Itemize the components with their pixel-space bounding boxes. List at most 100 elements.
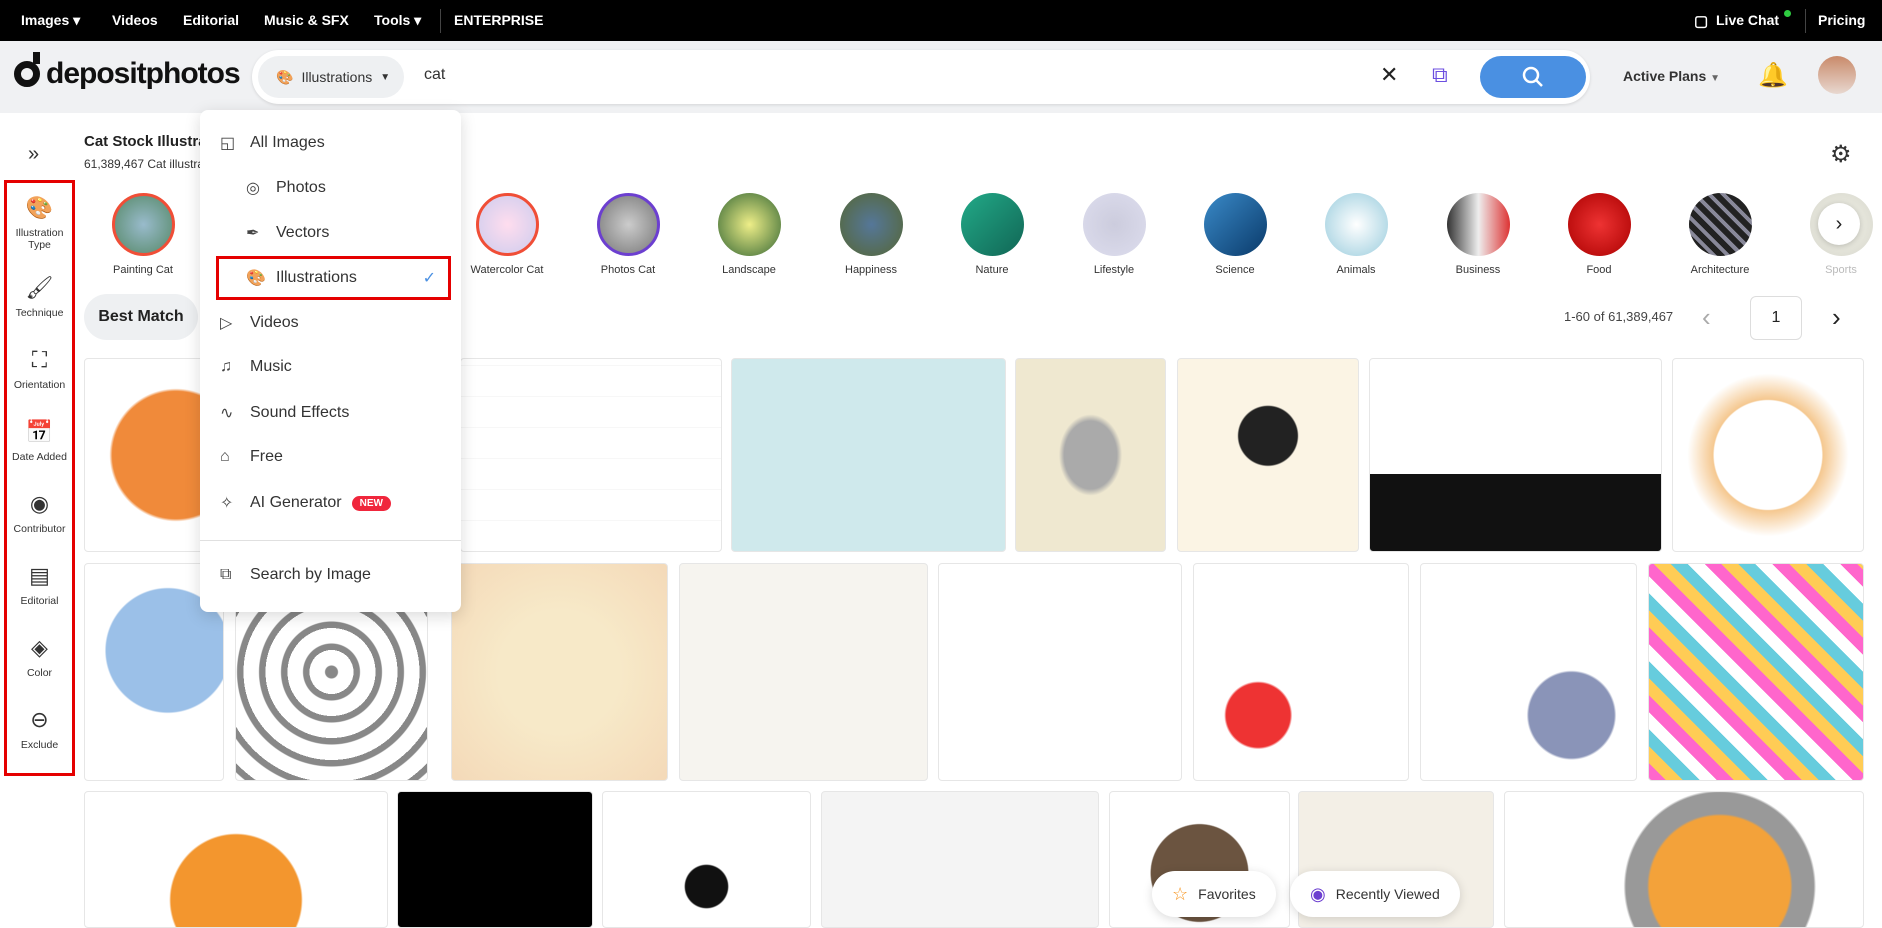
image-tile[interactable] xyxy=(1369,358,1662,552)
filter-label: Illustration Type xyxy=(15,227,64,251)
filter-technique[interactable]: 🖌 Technique xyxy=(7,275,72,319)
category-landscape[interactable]: Landscape xyxy=(699,193,799,276)
category-photos-cat[interactable]: Photos Cat xyxy=(578,193,678,276)
live-chat-link[interactable]: Live Chat xyxy=(1716,12,1779,28)
dropdown-all-images[interactable]: ◱ All Images xyxy=(220,133,325,153)
image-tile[interactable] xyxy=(821,791,1099,928)
dropdown-photos[interactable]: ◎ Photos xyxy=(246,178,326,198)
nav-videos[interactable]: Videos xyxy=(112,12,158,28)
calendar-icon: 📅 xyxy=(25,419,54,444)
online-dot xyxy=(1784,10,1791,17)
dropdown-vectors[interactable]: ✒ Vectors xyxy=(246,223,329,243)
image-tile[interactable] xyxy=(84,791,388,928)
image-tile[interactable] xyxy=(938,563,1182,781)
category-food[interactable]: Food xyxy=(1549,193,1649,276)
image-tile[interactable] xyxy=(1193,563,1409,781)
image-tile[interactable] xyxy=(679,563,928,781)
category-thumb xyxy=(1324,193,1388,256)
content-type-dropdown: ◱ All Images ◎ Photos ✒ Vectors 🎨 Illustrati… xyxy=(200,110,461,612)
category-thumb xyxy=(1567,193,1631,256)
filter-color[interactable]: ◈ Color xyxy=(7,635,72,679)
palette-icon: 🎨 xyxy=(25,195,54,220)
categories-next-button[interactable]: › xyxy=(1818,203,1860,245)
nav-editorial[interactable]: Editorial xyxy=(183,12,239,28)
category-thumb xyxy=(1688,193,1752,256)
visual-search-icon[interactable]: ⧉ xyxy=(1432,62,1448,88)
dropdown-ai-generator[interactable]: ✧ AI Generator NEW xyxy=(220,493,391,513)
image-tile[interactable] xyxy=(1504,791,1864,928)
sparkles-icon: ✧ xyxy=(220,495,234,512)
expand-sidebar-icon[interactable]: » xyxy=(28,143,39,166)
filter-contributor[interactable]: ◉ Contributor xyxy=(7,491,72,535)
settings-gear-icon[interactable]: ⚙ xyxy=(1830,140,1852,169)
nav-tools[interactable]: Tools ▾ xyxy=(374,12,421,29)
frame-icon: ⛶ xyxy=(31,347,48,372)
logo-text: depositphotos xyxy=(46,57,241,90)
image-tile[interactable] xyxy=(1672,358,1864,552)
check-icon: ✓ xyxy=(422,270,436,287)
item-label: Vectors xyxy=(276,224,330,241)
nav-enterprise[interactable]: ENTERPRISE xyxy=(454,12,543,28)
category-happiness[interactable]: Happiness xyxy=(821,193,921,276)
category-lifestyle[interactable]: Lifestyle xyxy=(1064,193,1164,276)
page-number-input[interactable]: 1 xyxy=(1750,296,1802,340)
logo[interactable]: depositphotos xyxy=(14,52,241,91)
category-label: Business xyxy=(1455,264,1501,276)
category-science[interactable]: Science xyxy=(1185,193,1285,276)
image-tile[interactable] xyxy=(1177,358,1359,552)
dropdown-videos[interactable]: ▷ Videos xyxy=(220,313,299,333)
next-page-icon[interactable]: › xyxy=(1832,302,1841,333)
dropdown-free[interactable]: ⌂ Free xyxy=(220,448,283,466)
image-tile[interactable] xyxy=(1420,563,1637,781)
pricing-link[interactable]: Pricing xyxy=(1818,12,1865,28)
nav-images[interactable]: Images ▾ xyxy=(21,12,80,29)
filter-illustration-type[interactable]: 🎨 Illustration Type xyxy=(7,195,72,251)
prev-page-icon[interactable]: ‹ xyxy=(1702,302,1711,333)
palette-icon: 🎨 xyxy=(276,68,294,85)
type-selector[interactable]: 🎨 Illustrations ▼ xyxy=(258,56,404,98)
item-label: Illustrations xyxy=(276,269,357,286)
image-tile[interactable] xyxy=(397,791,593,928)
divider xyxy=(440,9,441,33)
category-nature[interactable]: Nature xyxy=(942,193,1042,276)
filter-exclude[interactable]: ⊖ Exclude xyxy=(7,707,72,751)
active-plans-menu[interactable]: Active Plans ▼ xyxy=(1623,68,1720,84)
category-thumb xyxy=(596,193,660,256)
bell-icon[interactable]: 🔔 xyxy=(1758,61,1788,90)
image-tile[interactable] xyxy=(1648,563,1864,781)
eye-icon: ◉ xyxy=(1310,883,1326,904)
favorites-button[interactable]: ☆ Favorites xyxy=(1152,871,1276,917)
image-tile[interactable] xyxy=(460,358,722,552)
category-painting-cat[interactable]: Painting Cat xyxy=(93,193,193,276)
category-thumb xyxy=(1203,193,1267,256)
recently-viewed-button[interactable]: ◉ Recently Viewed xyxy=(1290,871,1460,917)
image-tile[interactable] xyxy=(602,791,811,928)
filter-label: Orientation xyxy=(13,379,66,391)
nav-music[interactable]: Music & SFX xyxy=(264,12,349,28)
clear-search-icon[interactable]: ✕ xyxy=(1380,62,1398,88)
dropdown-search-by-image[interactable]: ⧉ Search by Image xyxy=(220,566,371,584)
filter-date-added[interactable]: 📅 Date Added xyxy=(7,419,72,463)
category-architecture[interactable]: Architecture xyxy=(1670,193,1770,276)
sort-best-match[interactable]: Best Match xyxy=(84,294,198,340)
type-selected-label: Illustrations xyxy=(301,69,373,85)
filter-editorial[interactable]: ▤ Editorial xyxy=(7,563,72,607)
category-business[interactable]: Business xyxy=(1428,193,1528,276)
category-label: Animals xyxy=(1336,264,1376,276)
category-thumb xyxy=(717,193,781,256)
image-tile[interactable] xyxy=(731,358,1006,552)
image-tile[interactable] xyxy=(1015,358,1166,552)
category-label: Food xyxy=(1586,264,1612,276)
dropdown-sound-effects[interactable]: ∿ Sound Effects xyxy=(220,403,349,423)
dropdown-illustrations[interactable]: 🎨 Illustrations ✓ xyxy=(216,256,451,300)
search-input[interactable]: cat xyxy=(424,66,445,84)
active-plans-label: Active Plans xyxy=(1623,68,1707,84)
dropdown-music[interactable]: ♫ Music xyxy=(220,358,292,376)
search-button[interactable] xyxy=(1480,56,1586,98)
category-thumb xyxy=(1446,193,1510,256)
category-animals[interactable]: Animals xyxy=(1306,193,1406,276)
avatar[interactable] xyxy=(1818,56,1856,94)
image-tile[interactable] xyxy=(451,563,668,781)
category-watercolor-cat[interactable]: Watercolor Cat xyxy=(457,193,557,276)
filter-orientation[interactable]: ⛶ Orientation xyxy=(7,347,72,391)
